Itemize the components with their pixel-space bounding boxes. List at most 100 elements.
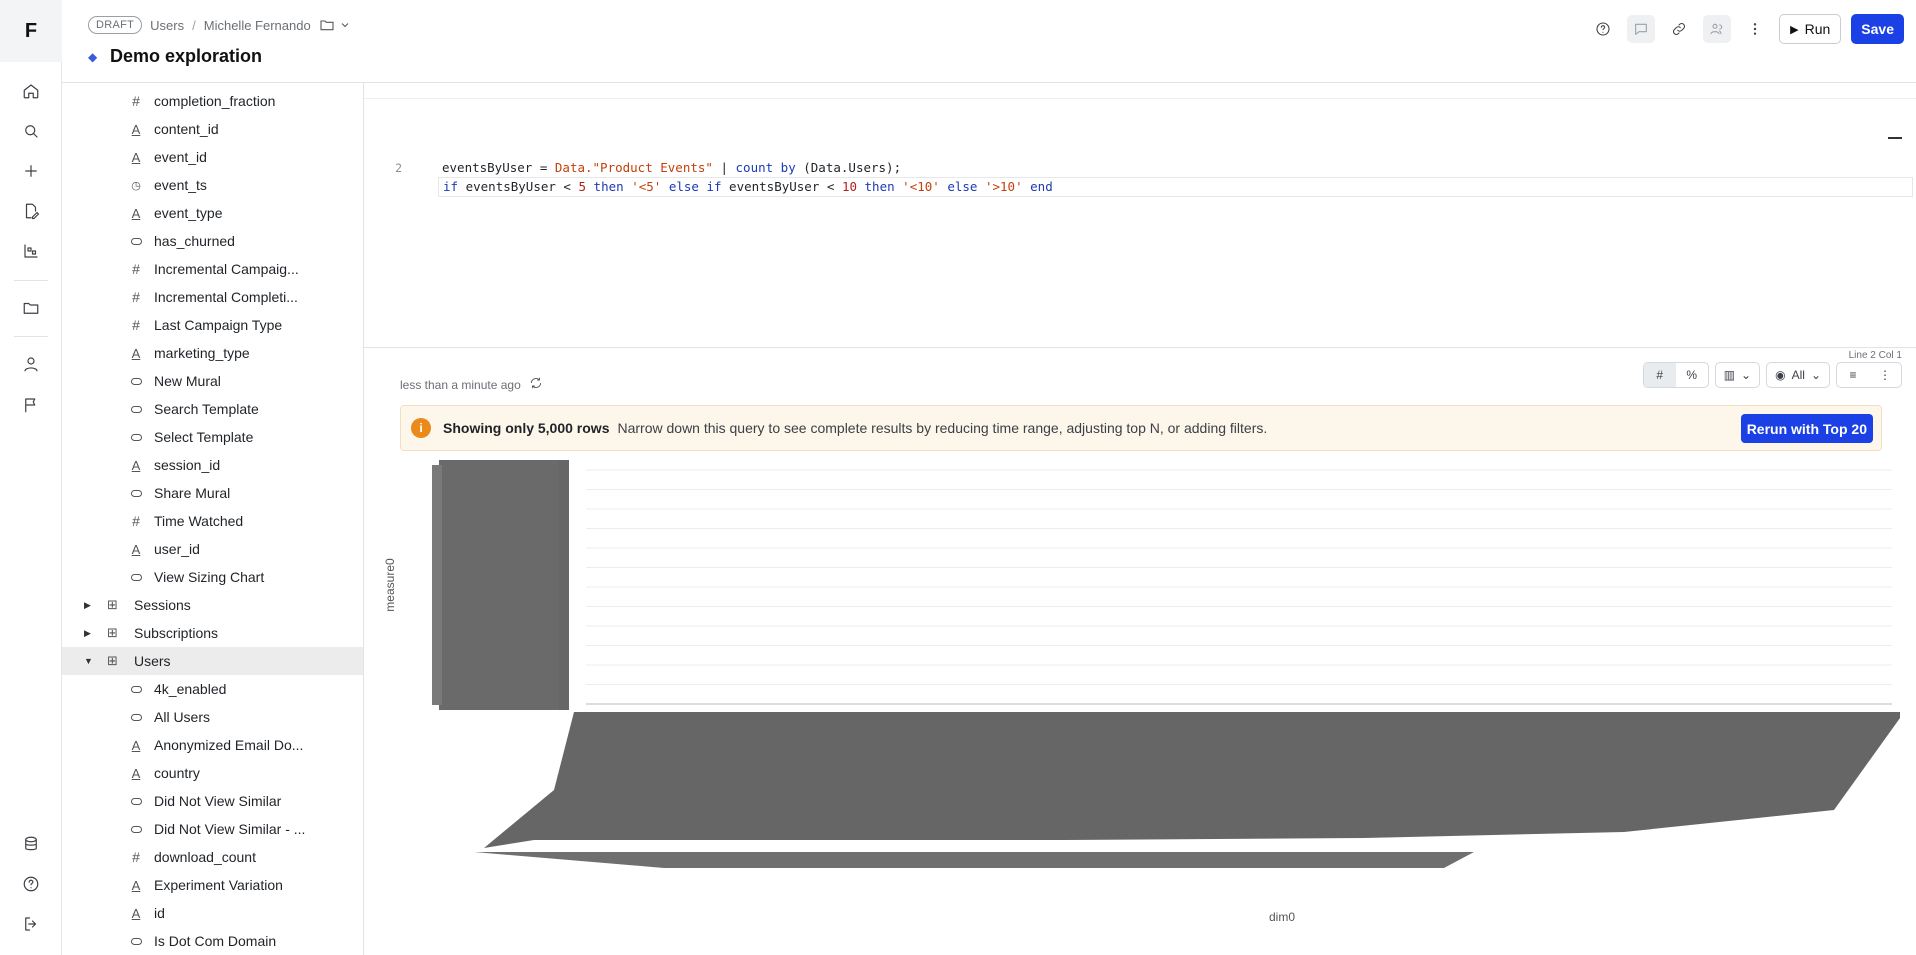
database-icon[interactable]: [19, 832, 43, 856]
chart-model-icon[interactable]: [19, 239, 43, 263]
number-type-icon: #: [132, 317, 140, 333]
visibility-group: ◉ All ⌄: [1766, 362, 1830, 388]
field-item[interactable]: Auser_id: [62, 535, 363, 563]
table-item[interactable]: ▼ ⊞ Users: [62, 647, 363, 675]
field-item[interactable]: Is Dot Com Domain: [62, 927, 363, 955]
table-view-icon[interactable]: #: [1643, 363, 1676, 387]
breadcrumb: DRAFT Users / Michelle Fernando: [88, 16, 351, 34]
field-label: Did Not View Similar: [154, 793, 282, 809]
field-item[interactable]: # completion_fraction: [62, 87, 363, 115]
field-item[interactable]: has_churned: [62, 227, 363, 255]
field-item[interactable]: Did Not View Similar: [62, 787, 363, 815]
caret-right-icon[interactable]: ▶: [84, 600, 91, 611]
rail-divider: [14, 336, 48, 337]
field-item[interactable]: A Experiment Variation: [62, 871, 363, 899]
field-item[interactable]: View Sizing Chart: [62, 563, 363, 591]
field-item[interactable]: Aevent_type: [62, 199, 363, 227]
field-item[interactable]: Amarketing_type: [62, 339, 363, 367]
user-icon[interactable]: [19, 352, 43, 376]
table-icon: ⊞: [107, 653, 118, 668]
header-actions: ▶ Run Save: [1589, 14, 1904, 44]
chevron-down-icon: ⌄: [1810, 368, 1821, 382]
field-item[interactable]: # Time Watched: [62, 507, 363, 535]
field-item[interactable]: All Users: [62, 703, 363, 731]
table-item[interactable]: ▶ ⊞ Sessions: [62, 591, 363, 619]
field-label: View Sizing Chart: [154, 569, 265, 585]
field-label: has_churned: [154, 233, 235, 249]
link-icon[interactable]: [1665, 15, 1693, 43]
play-icon: ▶: [1790, 23, 1799, 36]
field-item[interactable]: Aid: [62, 899, 363, 927]
comment-icon[interactable]: [1627, 15, 1656, 43]
banner-message: Narrow down this query to see complete r…: [617, 420, 1268, 436]
rerun-top20-button[interactable]: Rerun with Top 20: [1740, 414, 1873, 443]
save-button[interactable]: Save: [1851, 14, 1904, 44]
field-item[interactable]: Share Mural: [62, 479, 363, 507]
text-type-icon: A: [131, 765, 141, 781]
share-users-icon[interactable]: [1703, 15, 1732, 43]
percent-view-icon[interactable]: %: [1676, 363, 1708, 387]
field-item[interactable]: Did Not View Similar - ...: [62, 815, 363, 843]
field-item[interactable]: # Incremental Campaig...: [62, 255, 363, 283]
plus-icon[interactable]: [19, 159, 43, 183]
field-browser-sidebar: # completion_fraction Acontent_id Aevent_id…: [62, 83, 364, 955]
logout-icon[interactable]: [19, 912, 43, 936]
query-editor[interactable]: 1 eventsByUser = Data."Product Events" |…: [364, 83, 1916, 361]
banner-title: Showing only 5,000 rows: [443, 420, 610, 436]
field-item[interactable]: Acontent_id: [62, 115, 363, 143]
top-bar: DRAFT Users / Michelle Fernando ◆ Demo e…: [62, 0, 1916, 83]
flag-icon[interactable]: [19, 393, 43, 417]
info-icon: i: [411, 418, 431, 438]
breadcrumb-item[interactable]: Users: [150, 18, 184, 33]
folder-move-icon[interactable]: [319, 17, 351, 33]
field-label: Did Not View Similar - ...: [154, 821, 306, 837]
caret-right-icon[interactable]: ▶: [84, 628, 91, 639]
breadcrumb-item[interactable]: Michelle Fernando: [204, 18, 311, 33]
help-icon[interactable]: [1589, 15, 1617, 43]
field-item[interactable]: # download_count: [62, 843, 363, 871]
text-type-icon: A: [131, 205, 141, 221]
caret-down-icon[interactable]: ▼: [84, 656, 93, 666]
field-item[interactable]: 4k_enabled: [62, 675, 363, 703]
more-menu-icon[interactable]: ⋮: [1869, 363, 1901, 387]
row-limit-banner: i Showing only 5,000 rows Narrow down th…: [400, 405, 1882, 451]
filter-icon[interactable]: ≡: [1837, 363, 1869, 387]
field-item[interactable]: Search Template: [62, 395, 363, 423]
timestamp-text: less than a minute ago: [400, 377, 521, 392]
page-title-text[interactable]: Demo exploration: [110, 46, 262, 67]
help-icon[interactable]: [19, 872, 43, 896]
table-icon: ⊞: [107, 597, 118, 612]
field-item[interactable]: # Incremental Completi...: [62, 283, 363, 311]
code-line[interactable]: 2 if eventsByUser < 5 then '<5' else if …: [364, 141, 1913, 197]
code-line[interactable]: 1 eventsByUser = Data."Product Events" |…: [364, 123, 901, 175]
x-axis-label: dim0: [1269, 910, 1295, 924]
breadcrumb-separator: /: [192, 17, 196, 33]
number-type-icon: #: [132, 849, 140, 865]
field-item[interactable]: Select Template: [62, 423, 363, 451]
folder-icon[interactable]: [19, 296, 43, 320]
table-item[interactable]: ▶ ⊞ Subscriptions: [62, 619, 363, 647]
search-icon[interactable]: [19, 119, 43, 143]
field-item[interactable]: Aevent_id: [62, 143, 363, 171]
code-line-1[interactable]: eventsByUser = Data."Product Events" | c…: [442, 159, 901, 177]
code-line-2[interactable]: if eventsByUser < 5 then '<5' else if ev…: [438, 177, 1913, 197]
bar-chart-icon: ▥: [1723, 368, 1736, 382]
text-type-icon: A: [131, 457, 141, 473]
home-icon[interactable]: [19, 79, 43, 103]
app-logo[interactable]: F: [0, 0, 62, 62]
field-item[interactable]: Acountry: [62, 759, 363, 787]
code-area[interactable]: 1 eventsByUser = Data."Product Events" |…: [364, 123, 1913, 197]
more-menu-icon[interactable]: [1741, 15, 1769, 43]
run-button[interactable]: ▶ Run: [1779, 14, 1842, 44]
field-item[interactable]: A Anonymized Email Do...: [62, 731, 363, 759]
field-item[interactable]: ◷ event_ts: [62, 171, 363, 199]
text-type-icon: A: [131, 737, 141, 753]
field-item[interactable]: Asession_id: [62, 451, 363, 479]
field-item[interactable]: New Mural: [62, 367, 363, 395]
refresh-icon[interactable]: [529, 376, 543, 393]
visibility-label: All: [1791, 368, 1805, 382]
chart-type-select[interactable]: ▥ ⌄: [1716, 363, 1759, 387]
file-edit-icon[interactable]: [19, 199, 43, 223]
visibility-select[interactable]: ◉ All ⌄: [1767, 363, 1829, 387]
field-item[interactable]: # Last Campaign Type: [62, 311, 363, 339]
